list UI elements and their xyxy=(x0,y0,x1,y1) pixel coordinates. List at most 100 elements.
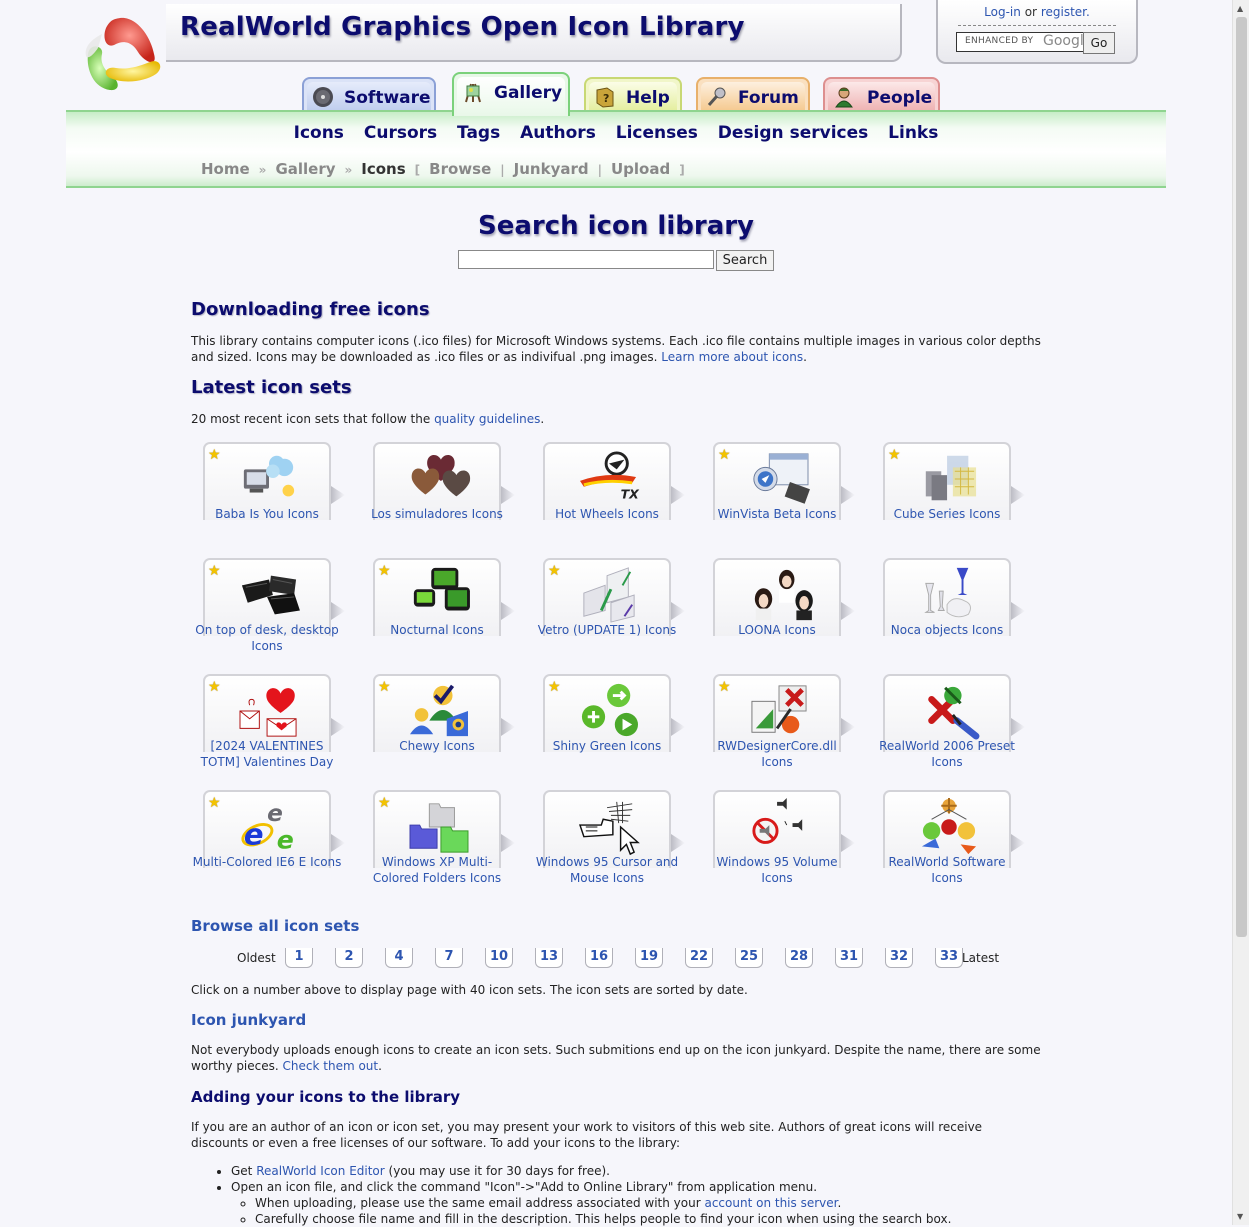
breadcrumb-junkyard[interactable]: Junkyard xyxy=(514,160,589,178)
icon-set-card[interactable]: Windows 95 Volume Icons xyxy=(701,790,871,902)
nav-item-links[interactable]: Links xyxy=(888,123,938,143)
desk-trays-icon[interactable] xyxy=(231,566,307,624)
browse-heading[interactable]: Browse all icon sets xyxy=(191,917,359,935)
vista-window-icon[interactable] xyxy=(741,450,817,508)
icon-set-name[interactable]: RWDesignerCore.dll Icons xyxy=(701,738,853,770)
icon-set-card[interactable]: ★ On top of desk, desktop Icons xyxy=(191,558,361,670)
icon-set-card[interactable]: Windows 95 Cursor and Mouse Icons xyxy=(531,790,701,902)
quality-guidelines-link[interactable]: quality guidelines xyxy=(434,412,540,426)
green-monitors-icon[interactable] xyxy=(401,566,477,624)
tab-software[interactable]: Software xyxy=(302,77,436,111)
page-link[interactable]: 25 xyxy=(735,948,763,968)
tab-forum[interactable]: Forum xyxy=(696,77,810,111)
tab-gallery[interactable]: Gallery xyxy=(452,72,570,116)
icon-set-card[interactable]: RealWorld 2006 Preset Icons xyxy=(871,674,1041,786)
breadcrumb-home[interactable]: Home xyxy=(201,160,250,178)
breadcrumb-gallery[interactable]: Gallery xyxy=(275,160,335,178)
valentine-icon[interactable] xyxy=(231,682,307,740)
icon-set-name[interactable]: Baba Is You Icons xyxy=(191,506,343,522)
scroll-down-arrow-icon[interactable]: ▼ xyxy=(1237,1212,1243,1221)
breadcrumb-upload[interactable]: Upload xyxy=(611,160,670,178)
check-them-out-link[interactable]: Check them out xyxy=(283,1059,379,1073)
page-link[interactable]: 13 xyxy=(535,948,563,968)
icon-set-name[interactable]: Windows 95 Cursor and Mouse Icons xyxy=(531,854,683,886)
page-link[interactable]: 1 xyxy=(285,948,313,968)
icon-set-card[interactable]: ★ Cube Series Icons xyxy=(871,442,1041,554)
icon-set-name[interactable]: Vetro (UPDATE 1) Icons xyxy=(531,622,683,638)
portraits-icon[interactable] xyxy=(741,566,817,624)
page-link[interactable]: 10 xyxy=(485,948,513,968)
realworld-logo-icon[interactable] xyxy=(80,14,164,94)
cube-grid-icon[interactable] xyxy=(911,450,987,508)
icon-set-card[interactable]: ★ RWDesignerCore.dll Icons xyxy=(701,674,871,786)
nav-item-cursors[interactable]: Cursors xyxy=(364,123,437,143)
icon-set-card[interactable]: ★ e e e Multi-Colored IE6 E Icons xyxy=(191,790,361,902)
icon-set-name[interactable]: Windows 95 Volume Icons xyxy=(701,854,853,886)
breadcrumb-browse[interactable]: Browse xyxy=(429,160,491,178)
page-link[interactable]: 32 xyxy=(885,948,913,968)
search-input[interactable] xyxy=(458,250,714,269)
chewy-users-icon[interactable] xyxy=(401,682,477,740)
folders-icon[interactable] xyxy=(401,798,477,856)
glassware-icon[interactable] xyxy=(911,566,987,624)
page-link[interactable]: 2 xyxy=(335,948,363,968)
volume-icon[interactable] xyxy=(741,798,817,856)
page-link[interactable]: 33 xyxy=(935,948,963,968)
icon-set-card[interactable]: ★ Nocturnal Icons xyxy=(361,558,531,670)
icon-set-name[interactable]: Shiny Green Icons xyxy=(531,738,683,754)
icon-set-card[interactable]: ★ WinVista Beta Icons xyxy=(701,442,871,554)
page-link[interactable]: 28 xyxy=(785,948,813,968)
icon-set-card[interactable]: LOONA Icons xyxy=(701,558,871,670)
hot-wheels-logo-icon[interactable]: TX xyxy=(571,450,647,508)
hearts-portraits-icon[interactable] xyxy=(401,450,477,508)
page-link[interactable]: 19 xyxy=(635,948,663,968)
register-link[interactable]: register. xyxy=(1041,5,1090,19)
icon-set-name[interactable]: [2024 VALENTINES TOTM] Valentines Day xyxy=(191,738,343,770)
page-link[interactable]: 4 xyxy=(385,948,413,968)
tab-help[interactable]: ? Help xyxy=(584,77,682,111)
icon-set-name[interactable]: LOONA Icons xyxy=(701,622,853,638)
icon-set-card[interactable]: ★ Windows XP Multi-Colored Folders Icons xyxy=(361,790,531,902)
icon-set-name[interactable]: RealWorld 2006 Preset Icons xyxy=(871,738,1023,770)
site-search-input[interactable]: ENHANCED BY Googl xyxy=(956,32,1084,52)
icon-set-card[interactable]: ★ Baba Is You Icons xyxy=(191,442,361,554)
icon-editor-link[interactable]: RealWorld Icon Editor xyxy=(256,1164,384,1178)
cursor-hand-icon[interactable] xyxy=(571,798,647,856)
icon-set-card[interactable]: ★ Vetro (UPDATE 1) Icons xyxy=(531,558,701,670)
nav-item-licenses[interactable]: Licenses xyxy=(616,123,698,143)
designer-tools-icon[interactable] xyxy=(741,682,817,740)
breadcrumb-icons[interactable]: Icons xyxy=(361,160,405,178)
preset-tools-icon[interactable] xyxy=(911,682,987,740)
glass-panes-icon[interactable] xyxy=(571,566,647,624)
icon-set-card[interactable]: RealWorld Software Icons xyxy=(871,790,1041,902)
monitor-cloud-icon[interactable] xyxy=(231,450,307,508)
icon-set-name[interactable]: Windows XP Multi-Colored Folders Icons xyxy=(361,854,513,886)
scroll-up-arrow-icon[interactable]: ▲ xyxy=(1237,4,1243,13)
icon-set-name[interactable]: Hot Wheels Icons xyxy=(531,506,683,522)
login-link[interactable]: Log-in xyxy=(984,5,1021,19)
icon-set-name[interactable]: Multi-Colored IE6 E Icons xyxy=(191,854,343,870)
search-button[interactable]: Search xyxy=(716,250,774,271)
green-buttons-icon[interactable] xyxy=(571,682,647,740)
scrollbar-thumb[interactable] xyxy=(1236,17,1247,937)
nav-item-tags[interactable]: Tags xyxy=(457,123,500,143)
nav-item-icons[interactable]: Icons xyxy=(294,123,344,143)
tab-people[interactable]: People xyxy=(823,77,940,111)
page-link[interactable]: 16 xyxy=(585,948,613,968)
icon-set-card[interactable]: Noca objects Icons xyxy=(871,558,1041,670)
page-link[interactable]: 7 xyxy=(435,948,463,968)
icon-set-card[interactable]: TX Hot Wheels Icons xyxy=(531,442,701,554)
icon-set-name[interactable]: Cube Series Icons xyxy=(871,506,1023,522)
icon-set-name[interactable]: Noca objects Icons xyxy=(871,622,1023,638)
page-link[interactable]: 31 xyxy=(835,948,863,968)
go-button[interactable]: Go xyxy=(1083,32,1115,54)
page-link[interactable]: 22 xyxy=(685,948,713,968)
junkyard-heading[interactable]: Icon junkyard xyxy=(191,1011,306,1029)
icon-set-card[interactable]: ★ Chewy Icons xyxy=(361,674,531,786)
account-link[interactable]: account on this server xyxy=(704,1196,837,1210)
icon-set-name[interactable]: RealWorld Software Icons xyxy=(871,854,1023,886)
nav-item-authors[interactable]: Authors xyxy=(520,123,596,143)
software-logos-icon[interactable] xyxy=(911,798,987,856)
icon-set-card[interactable]: ★ Shiny Green Icons xyxy=(531,674,701,786)
icon-set-name[interactable]: Nocturnal Icons xyxy=(361,622,513,638)
